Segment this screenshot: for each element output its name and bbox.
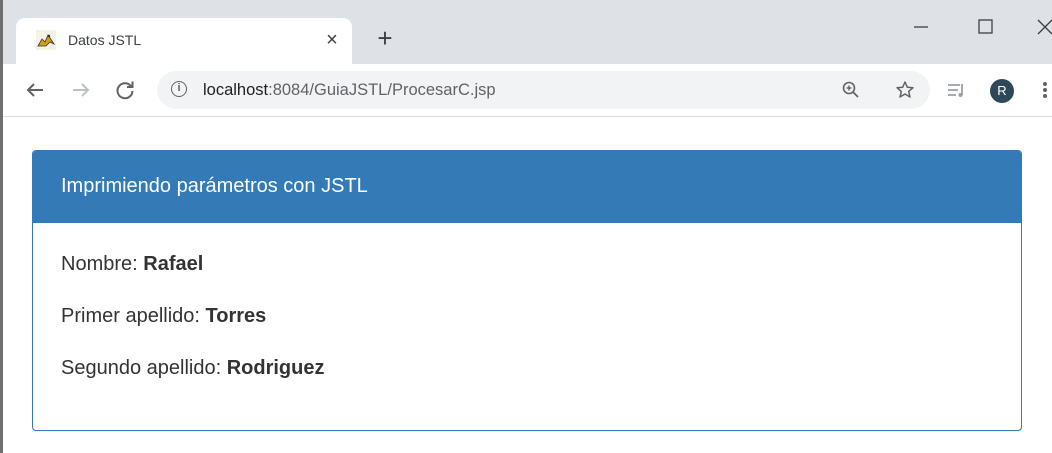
maximize-icon[interactable]: [965, 12, 1005, 42]
reload-icon[interactable]: [113, 78, 137, 102]
minimize-icon[interactable]: [901, 12, 941, 42]
param-label: Primer apellido:: [61, 305, 200, 327]
close-window-icon[interactable]: [1025, 12, 1052, 42]
params-panel: Imprimiendo parámetros con JSTL Nombre: …: [32, 150, 1022, 431]
media-queue-icon[interactable]: [945, 78, 969, 102]
panel-heading: Imprimiendo parámetros con JSTL: [33, 151, 1021, 223]
param-label: Nombre:: [61, 253, 138, 275]
param-value: Rafael: [143, 253, 204, 275]
zoom-icon[interactable]: [841, 80, 861, 100]
param-row-nombre: Nombre: Rafael: [61, 253, 993, 305]
close-tab-icon[interactable]: ×: [322, 30, 342, 50]
back-icon[interactable]: [23, 78, 47, 102]
more-menu-icon[interactable]: [1041, 78, 1049, 102]
profile-avatar[interactable]: R: [990, 79, 1014, 103]
tab-title: Datos JSTL: [68, 32, 142, 48]
tab-strip: Datos JSTL × +: [3, 0, 1052, 64]
url-text[interactable]: localhost:8084/GuiaJSTL/ProcesarC.jsp: [203, 81, 496, 100]
new-tab-icon[interactable]: +: [373, 25, 397, 51]
param-value: Rodriguez: [226, 357, 325, 379]
param-label: Segundo apellido:: [61, 357, 222, 379]
panel-body: Nombre: Rafael Primer apellido: Torres S…: [33, 223, 1021, 409]
param-value: Torres: [205, 305, 267, 327]
tab-datos-jstl[interactable]: Datos JSTL ×: [16, 18, 352, 64]
address-bar[interactable]: i localhost:8084/GuiaJSTL/ProcesarC.jsp: [157, 71, 930, 109]
forward-icon[interactable]: [69, 78, 93, 102]
bookmark-star-icon[interactable]: [895, 80, 915, 100]
tomcat-icon: [36, 30, 56, 50]
param-row-segundo-apellido: Segundo apellido: Rodriguez: [61, 357, 993, 409]
browser-toolbar: i localhost:8084/GuiaJSTL/ProcesarC.jsp …: [3, 64, 1052, 117]
param-row-primer-apellido: Primer apellido: Torres: [61, 305, 993, 357]
info-icon[interactable]: i: [171, 81, 187, 97]
